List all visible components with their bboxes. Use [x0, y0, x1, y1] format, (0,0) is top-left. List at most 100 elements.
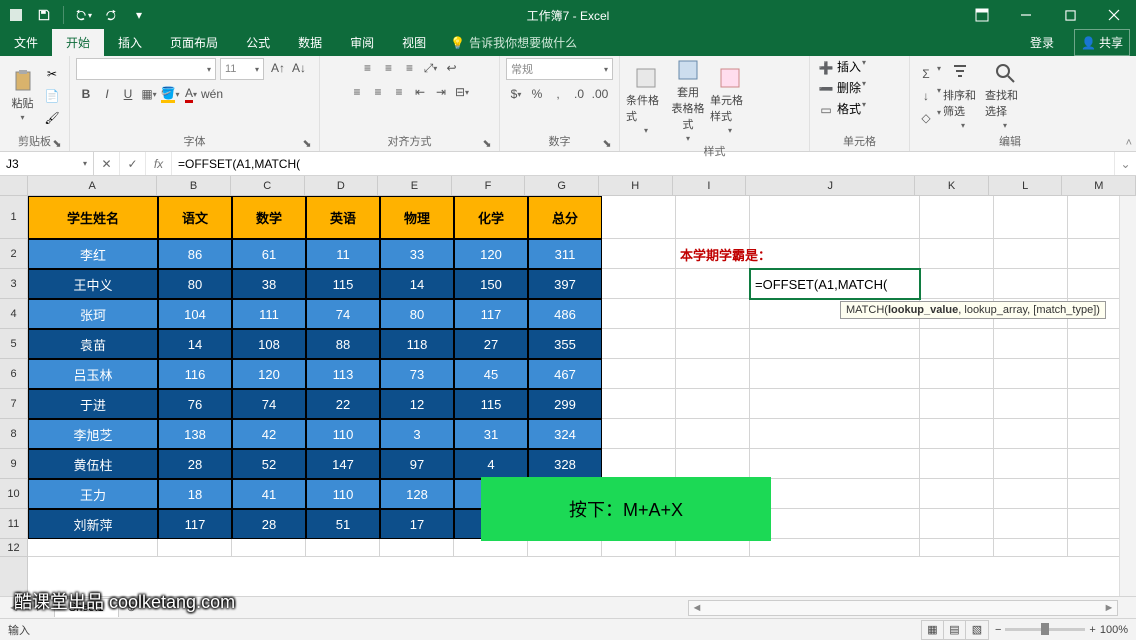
tab-file[interactable]: 文件: [0, 29, 52, 56]
status-bar: 输入 ▦ ▤ ▧ − + 100%: [0, 618, 1136, 640]
align-center[interactable]: ≡: [368, 82, 388, 102]
table-format[interactable]: 套用 表格格式▾: [668, 58, 708, 143]
tab-layout[interactable]: 页面布局: [156, 29, 232, 56]
font-name-combo[interactable]: ▾: [76, 58, 216, 80]
cut-button[interactable]: ✂: [41, 64, 63, 84]
cells-label: 单元格: [843, 136, 876, 148]
autosum[interactable]: Σ▾: [916, 64, 941, 84]
number-format-combo[interactable]: 常规▾: [506, 58, 613, 80]
view-layout[interactable]: ▤: [944, 621, 966, 639]
cancel-formula[interactable]: ✕: [94, 152, 120, 175]
save-button[interactable]: [32, 3, 56, 27]
find-select[interactable]: 查找和选择▾: [985, 61, 1025, 130]
increase-font[interactable]: A↑: [268, 58, 288, 78]
font-label: 字体: [184, 136, 206, 148]
increase-indent[interactable]: ⇥: [431, 82, 451, 102]
comma-button[interactable]: ,: [548, 84, 568, 104]
column-headers[interactable]: ABCDEFGHIJKLM: [28, 176, 1136, 196]
fill[interactable]: ↓▾: [916, 86, 941, 106]
label-top-student: 本学期学霸是：: [676, 239, 750, 269]
view-pagebreak[interactable]: ▧: [966, 621, 988, 639]
cells-format[interactable]: ▭格式▾: [816, 100, 903, 120]
align-left[interactable]: ≡: [347, 82, 367, 102]
italic-button[interactable]: I: [97, 84, 117, 104]
function-tooltip: MATCH(lookup_value, lookup_array, [match…: [840, 301, 1106, 319]
number-label: 数字: [549, 136, 571, 148]
horizontal-scrollbar[interactable]: ◄►: [688, 600, 1118, 616]
zoom-out[interactable]: −: [995, 624, 1001, 636]
expand-formula-bar[interactable]: ⌄: [1114, 152, 1136, 175]
inc-decimal[interactable]: .0: [569, 84, 589, 104]
instruction-overlay: 按下：M+A+X: [481, 477, 771, 541]
decrease-font[interactable]: A↓: [289, 58, 309, 78]
copy-button[interactable]: 📄: [41, 86, 63, 106]
close-button[interactable]: [1092, 0, 1136, 30]
collapse-ribbon[interactable]: ˄: [1126, 137, 1132, 149]
dialog-launcher-icon[interactable]: ⬊: [51, 137, 63, 149]
row-headers[interactable]: 123456789101112: [0, 176, 28, 618]
tell-me[interactable]: 💡告诉我你想要做什么: [440, 29, 587, 56]
window-title: 工作簿7 - Excel: [527, 7, 610, 24]
bold-button[interactable]: B: [76, 84, 96, 104]
decrease-indent[interactable]: ⇤: [410, 82, 430, 102]
wrap-text[interactable]: ↩: [442, 58, 462, 78]
undo-button[interactable]: ▾: [71, 3, 95, 27]
enter-formula[interactable]: ✓: [120, 152, 146, 175]
align-right[interactable]: ≡: [389, 82, 409, 102]
tab-insert[interactable]: 插入: [104, 29, 156, 56]
zoom-slider[interactable]: [1005, 628, 1085, 631]
clear[interactable]: ◇▾: [916, 108, 941, 128]
format-painter[interactable]: 🖌: [41, 108, 63, 128]
font-color-button[interactable]: A▾: [181, 84, 201, 104]
name-box[interactable]: J3▾: [0, 152, 94, 175]
cond-format[interactable]: 条件格式▾: [626, 66, 666, 135]
insert-function[interactable]: fx: [146, 152, 172, 175]
align-middle[interactable]: ≡: [379, 58, 399, 78]
fill-color-button[interactable]: 🪣▾: [160, 84, 180, 104]
align-top[interactable]: ≡: [358, 58, 378, 78]
tab-formulas[interactable]: 公式: [232, 29, 284, 56]
paste-button[interactable]: 粘贴▾: [6, 69, 39, 122]
minimize-button[interactable]: [1004, 0, 1048, 30]
dec-decimal[interactable]: .00: [590, 84, 610, 104]
qat-customize[interactable]: ▾: [127, 3, 151, 27]
merge-center[interactable]: ⊟▾: [452, 82, 472, 102]
dialog-launcher-icon[interactable]: ⬊: [481, 137, 493, 149]
cells-delete[interactable]: ➖删除▾: [816, 79, 903, 99]
tab-view[interactable]: 视图: [388, 29, 440, 56]
zoom-in[interactable]: +: [1089, 624, 1095, 636]
ribbon-tabs: 文件 开始 插入 页面布局 公式 数据 审阅 视图 💡告诉我你想要做什么 登录 …: [0, 30, 1136, 56]
align-label: 对齐方式: [388, 136, 432, 148]
dialog-launcher-icon[interactable]: ⬊: [601, 137, 613, 149]
ribbon: 粘贴▾ ✂ 📄 🖌 剪贴板⬊ ▾ 11▾ A↑A↓ B I U ▦▾ 🪣▾ A▾: [0, 56, 1136, 152]
cell-styles[interactable]: 单元格样式▾: [710, 66, 750, 135]
phonetic-button[interactable]: wén: [202, 84, 222, 104]
align-bottom[interactable]: ≡: [400, 58, 420, 78]
share-button[interactable]: 👤共享: [1074, 29, 1130, 56]
bulb-icon: 💡: [450, 36, 465, 50]
editing-label: 编辑: [999, 136, 1021, 148]
tab-home[interactable]: 开始: [52, 29, 104, 56]
underline-button[interactable]: U: [118, 84, 138, 104]
percent-button[interactable]: %: [527, 84, 547, 104]
redo-button[interactable]: [99, 3, 123, 27]
ribbon-options-button[interactable]: [960, 0, 1004, 30]
dialog-launcher-icon[interactable]: ⬊: [301, 137, 313, 149]
cells-insert[interactable]: ➕插入▾: [816, 58, 903, 78]
border-button[interactable]: ▦▾: [139, 84, 159, 104]
share-icon: 👤: [1081, 36, 1096, 50]
zoom-level[interactable]: 100%: [1100, 624, 1128, 636]
currency-button[interactable]: $▾: [506, 84, 526, 104]
maximize-button[interactable]: [1048, 0, 1092, 30]
title-bar: ▾ ▾ 工作簿7 - Excel: [0, 0, 1136, 30]
orientation[interactable]: ⤢▾: [421, 58, 441, 78]
vertical-scrollbar[interactable]: [1119, 196, 1136, 596]
login-link[interactable]: 登录: [1016, 29, 1068, 56]
view-normal[interactable]: ▦: [922, 621, 944, 639]
active-cell: =OFFSET(A1,MATCH(: [749, 268, 921, 300]
tab-review[interactable]: 审阅: [336, 29, 388, 56]
sort-filter[interactable]: 排序和筛选▾: [943, 61, 983, 130]
tab-data[interactable]: 数据: [284, 29, 336, 56]
watermark: 酷课堂出品 coolketang.com: [14, 588, 235, 614]
font-size-combo[interactable]: 11▾: [220, 58, 264, 80]
